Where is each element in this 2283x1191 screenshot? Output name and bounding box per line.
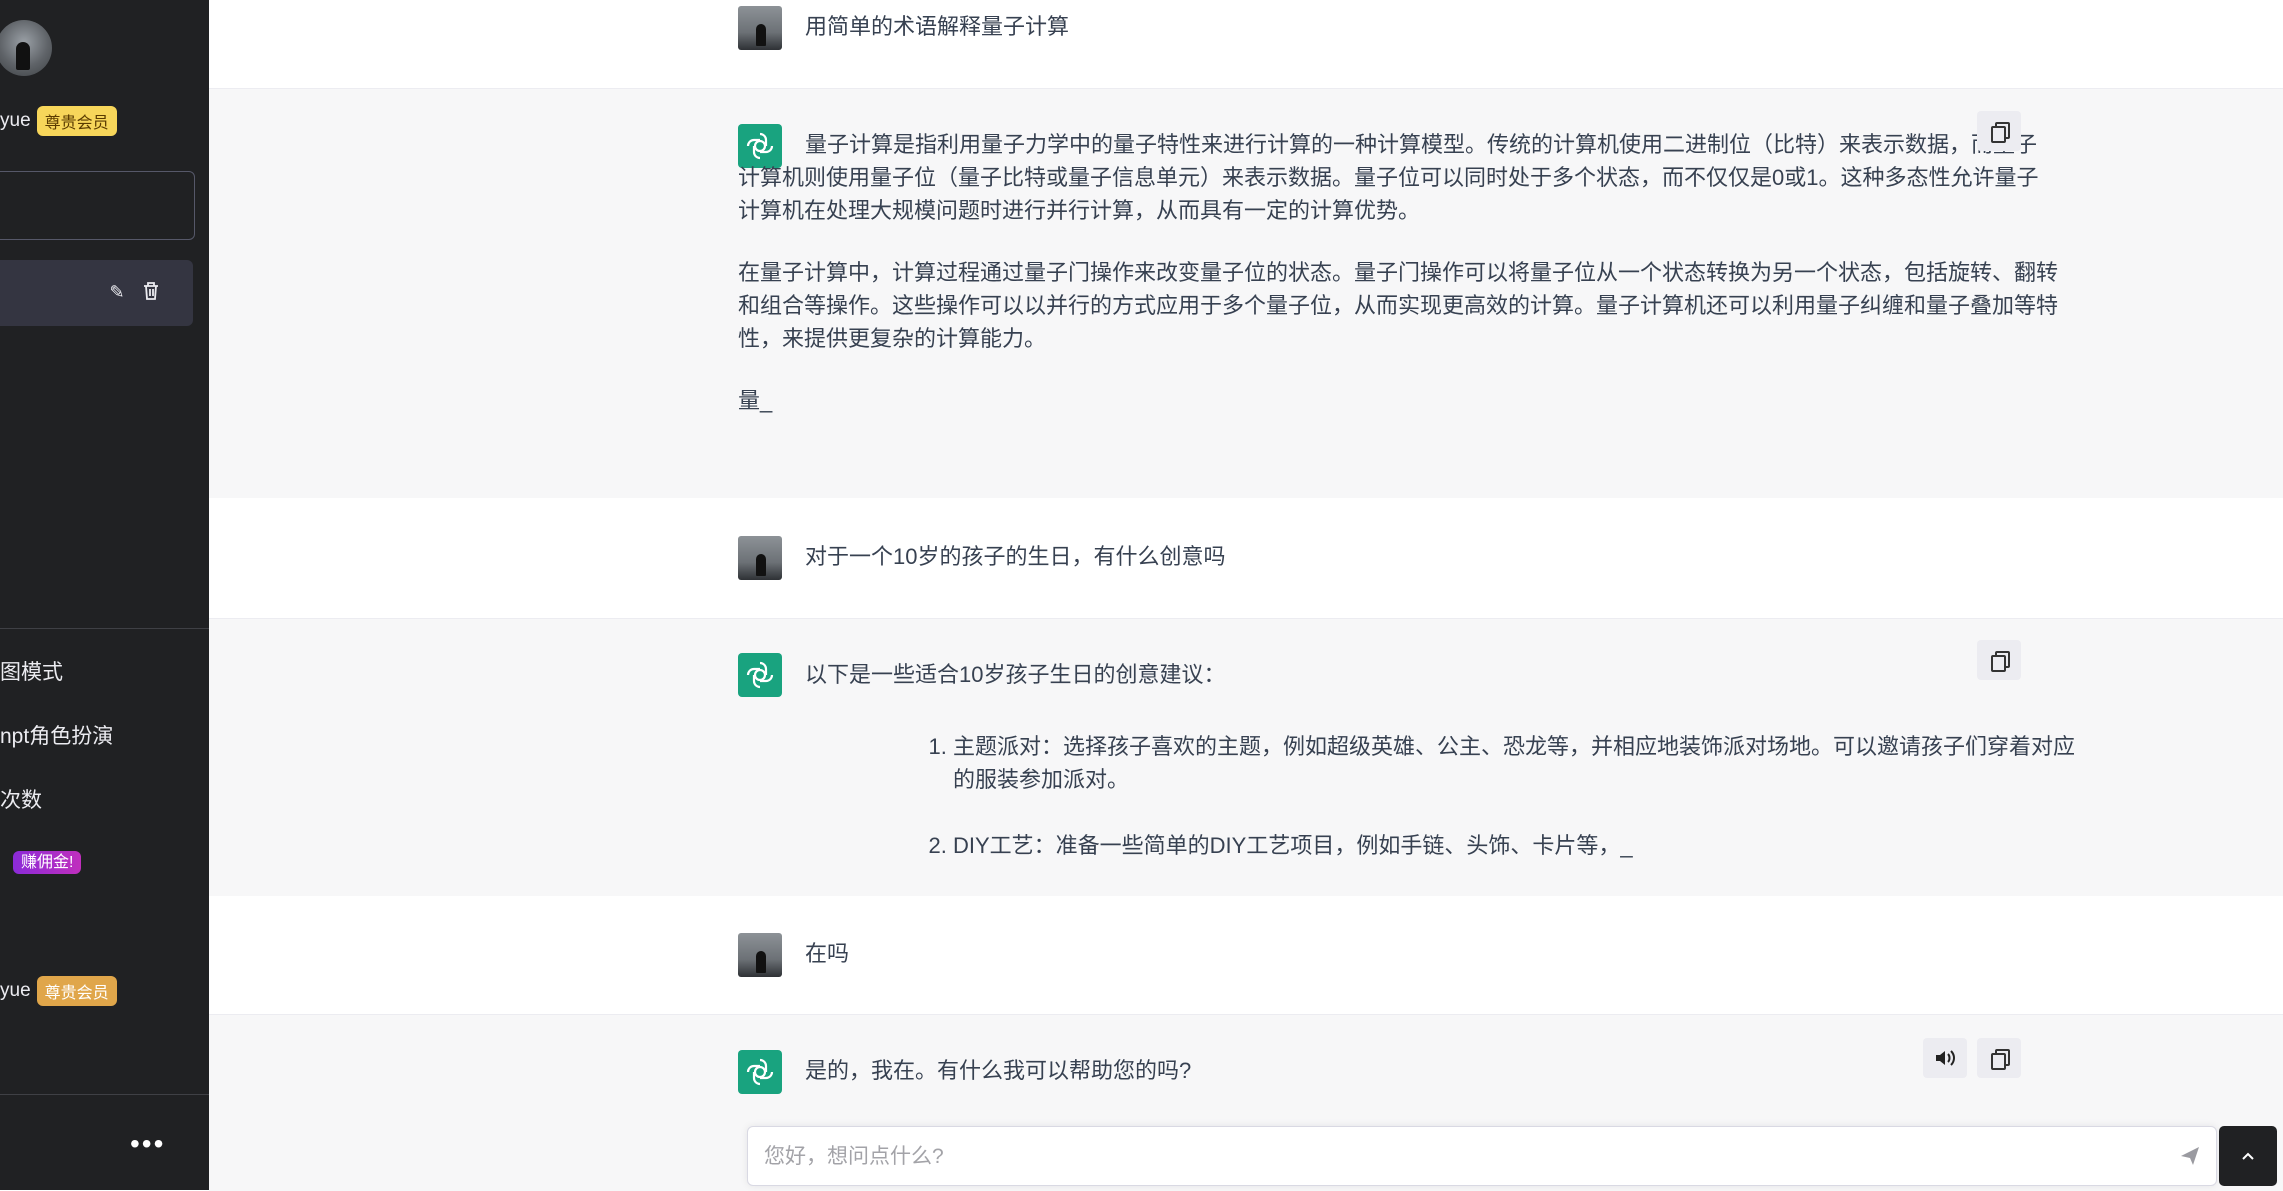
chatgpt-logo-icon xyxy=(738,653,782,697)
sidebar-divider xyxy=(0,628,209,629)
user-message-avatar xyxy=(738,933,782,977)
vip-badge: 尊贵会员 xyxy=(36,106,117,136)
copy-button[interactable] xyxy=(1977,640,2021,680)
user-message-text: 在吗 xyxy=(805,941,850,966)
user-message-avatar xyxy=(738,536,782,580)
speaker-icon xyxy=(1936,1050,1955,1066)
chat-input-box[interactable] xyxy=(747,1126,2217,1187)
send-icon[interactable] xyxy=(2178,1144,2202,1168)
assistant-list: 主题派对：选择孩子喜欢的主题，例如超级英雄、公主、恐龙等，并相应地装饰派对场地。… xyxy=(953,730,2083,895)
scroll-to-top-button[interactable] xyxy=(2219,1126,2277,1186)
chat-main: 用简单的术语解释量子计算 量子计算是指利用量子力学中的量子特性来进行计算的一种计… xyxy=(209,0,2283,1191)
bottom-user-info[interactable]: yue 尊贵会员 xyxy=(0,976,117,1006)
user-message-text: 用简单的术语解释量子计算 xyxy=(805,14,1070,39)
chat-history-item[interactable]: ✎ xyxy=(0,260,193,326)
sidebar-bottom-divider xyxy=(0,1094,209,1095)
menu-item-draw-mode[interactable]: 图模式 xyxy=(0,656,63,686)
user-message-avatar xyxy=(738,6,782,50)
username: yue xyxy=(0,110,31,131)
copy-icon xyxy=(1991,651,2010,672)
copy-icon xyxy=(1991,122,2010,143)
assistant-message-text: 量子计算是指利用量子力学中的量子特性来进行计算的一种计算模型。传统的计算机使用二… xyxy=(738,128,2058,417)
edit-icon[interactable]: ✎ xyxy=(106,281,128,303)
user-info: yue 尊贵会员 xyxy=(0,106,117,136)
assistant-message-row: 以下是一些适合10岁孩子生日的创意建议： 主题派对：选择孩子喜欢的主题，例如超级… xyxy=(209,618,2283,898)
menu-item-prompt-roleplay[interactable]: npt角色扮演 xyxy=(0,720,113,750)
bottom-username: yue xyxy=(0,980,31,1001)
user-message-row: 在吗 xyxy=(209,896,2283,1014)
list-item: 主题派对：选择孩子喜欢的主题，例如超级英雄、公主、恐龙等，并相应地装饰派对场地。… xyxy=(953,730,2083,796)
user-message-text: 对于一个10岁的孩子的生日，有什么创意吗 xyxy=(805,544,1226,569)
chevron-up-icon xyxy=(2242,1152,2254,1160)
copy-icon xyxy=(1991,1049,2010,1070)
list-item: DIY工艺：准备一些简单的DIY工艺项目，例如手链、头饰、卡片等，_ xyxy=(953,829,2083,862)
copy-button[interactable] xyxy=(1977,1038,2021,1078)
sidebar-search-box[interactable] xyxy=(0,171,195,240)
answer-paragraph: 在量子计算中，计算过程通过量子门操作来改变量子位的状态。量子门操作可以将量子位从… xyxy=(738,260,2059,351)
trash-icon[interactable] xyxy=(140,281,162,303)
chatgpt-logo-icon xyxy=(738,1050,782,1094)
commission-badge: 赚佣金! xyxy=(13,851,82,874)
answer-paragraph: 量子计算是指利用量子力学中的量子特性来进行计算的一种计算模型。传统的计算机使用二… xyxy=(738,132,2039,223)
answer-paragraph: 量_ xyxy=(738,388,773,413)
chat-input[interactable] xyxy=(762,1127,2166,1187)
assistant-intro-text: 以下是一些适合10岁孩子生日的创意建议： xyxy=(805,662,1226,687)
copy-button[interactable] xyxy=(1977,111,2021,151)
menu-item-commission[interactable]: 赚佣金! xyxy=(13,848,82,874)
speak-button[interactable] xyxy=(1923,1038,1967,1078)
menu-item-usage-count[interactable]: 次数 xyxy=(0,784,42,814)
assistant-message-text: 是的，我在。有什么我可以帮助您的吗? xyxy=(805,1058,1192,1083)
sidebar: yue 尊贵会员 ✎ 图模式 npt角色扮演 次数 赚佣金! yue 尊贵会员 … xyxy=(0,0,209,1190)
assistant-message-row: 量子计算是指利用量子力学中的量子特性来进行计算的一种计算模型。传统的计算机使用二… xyxy=(209,88,2283,500)
user-message-row: 用简单的术语解释量子计算 xyxy=(209,0,2283,88)
more-options-icon[interactable]: ••• xyxy=(130,1128,165,1160)
bottom-vip-badge: 尊贵会员 xyxy=(36,976,117,1006)
user-message-row: 对于一个10岁的孩子的生日，有什么创意吗 xyxy=(209,498,2283,618)
user-avatar[interactable] xyxy=(0,20,52,76)
